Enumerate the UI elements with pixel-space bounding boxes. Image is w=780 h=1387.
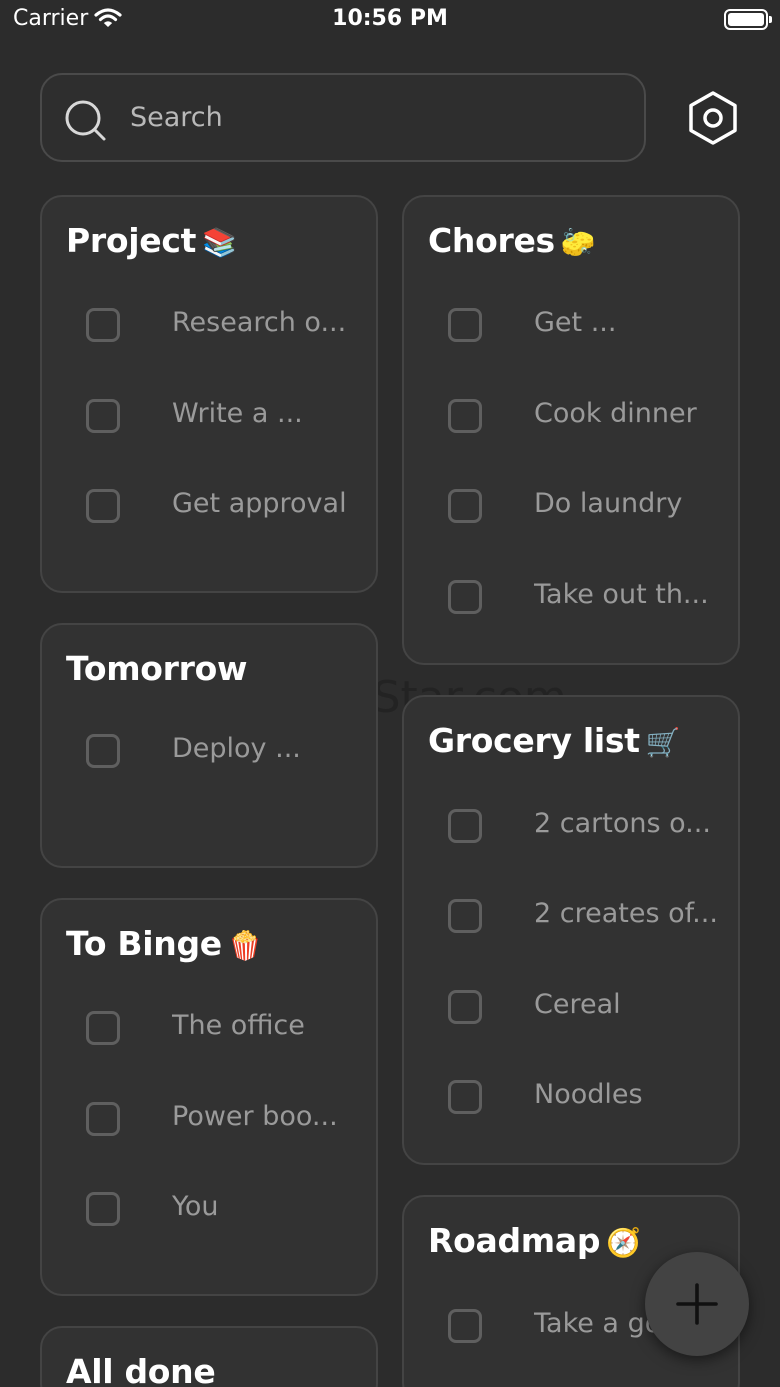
task-label: Cereal <box>534 989 621 1020</box>
task-label: Get ... <box>534 307 617 338</box>
card-title: Roadmap 🧭 <box>428 1221 641 1260</box>
list-item[interactable]: Cereal <box>404 977 738 1037</box>
settings-icon <box>689 91 737 145</box>
checkbox[interactable] <box>448 399 482 433</box>
task-label: Research o... <box>172 307 347 338</box>
list-item[interactable]: Power boo... <box>42 1089 376 1149</box>
list-item[interactable]: Noodles <box>404 1067 738 1127</box>
search-bar[interactable] <box>40 73 646 162</box>
list-item[interactable]: Take out th... <box>404 567 738 627</box>
checkbox[interactable] <box>448 1080 482 1114</box>
plus-icon <box>676 1283 718 1325</box>
checkbox[interactable] <box>448 308 482 342</box>
card-title: All done <box>66 1352 216 1387</box>
list-card-chores[interactable]: Chores 🧽 Get ... Cook dinner Do laundry T… <box>402 195 740 665</box>
checkbox[interactable] <box>448 489 482 523</box>
card-title: Project 📚 <box>66 221 237 260</box>
task-label: You <box>172 1191 219 1222</box>
checkbox[interactable] <box>448 899 482 933</box>
checkbox[interactable] <box>448 809 482 843</box>
card-title: To Binge 🍿 <box>66 924 263 963</box>
list-item[interactable]: 2 cartons o... <box>404 796 738 856</box>
list-card-project[interactable]: Project 📚 Research o... Write a ... Get a… <box>40 195 378 593</box>
clock: 10:56 PM <box>332 6 448 31</box>
list-card-grocery-list[interactable]: Grocery list 🛒 2 cartons o... 2 creates o… <box>402 695 740 1165</box>
task-label: Take out th... <box>534 579 709 610</box>
popcorn-emoji-icon: 🍿 <box>227 929 263 962</box>
checkbox[interactable] <box>86 489 120 523</box>
sponge-emoji-icon: 🧽 <box>560 226 596 259</box>
card-title: Chores 🧽 <box>428 221 596 260</box>
task-label: Get approval <box>172 488 347 519</box>
status-bar: Carrier 10:56 PM <box>0 0 780 44</box>
settings-button[interactable] <box>686 90 740 146</box>
task-label: Write a ... <box>172 398 303 429</box>
task-label: Cook dinner <box>534 398 697 429</box>
list-item[interactable]: You <box>42 1179 376 1239</box>
checkbox[interactable] <box>86 308 120 342</box>
task-label: Deploy ... <box>172 733 301 764</box>
checkbox[interactable] <box>86 399 120 433</box>
list-item[interactable]: Cook dinner <box>404 386 738 446</box>
list-item[interactable]: Deploy ... <box>42 721 376 781</box>
list-item[interactable]: 2 creates of... <box>404 886 738 946</box>
list-item[interactable]: Get ... <box>404 295 738 355</box>
books-emoji-icon: 📚 <box>202 226 237 259</box>
task-label: 2 creates of... <box>534 898 718 929</box>
checkbox[interactable] <box>86 1192 120 1226</box>
checkbox[interactable] <box>448 580 482 614</box>
checkbox[interactable] <box>86 1102 120 1136</box>
checkbox[interactable] <box>86 734 120 768</box>
cart-emoji-icon: 🛒 <box>645 726 681 759</box>
task-label: The office <box>172 1010 305 1041</box>
checkbox[interactable] <box>448 990 482 1024</box>
list-item[interactable]: Research o... <box>42 295 376 355</box>
list-card-tomorrow[interactable]: Tomorrow Deploy ... <box>40 623 378 868</box>
card-title: Grocery list 🛒 <box>428 721 681 760</box>
battery-icon <box>724 9 772 30</box>
list-item[interactable]: The office <box>42 998 376 1058</box>
list-item[interactable]: Write a ... <box>42 386 376 446</box>
list-card-to-binge[interactable]: To Binge 🍿 The office Power boo... You <box>40 898 378 1296</box>
checkbox[interactable] <box>86 1011 120 1045</box>
list-item[interactable]: Do laundry <box>404 476 738 536</box>
task-label: Noodles <box>534 1079 643 1110</box>
task-label: Do laundry <box>534 488 683 519</box>
task-label: 2 cartons o... <box>534 808 711 839</box>
list-card-all-done[interactable]: All done <box>40 1326 378 1387</box>
task-label: Power boo... <box>172 1101 338 1132</box>
list-item[interactable]: Get approval <box>42 476 376 536</box>
search-icon <box>64 99 108 147</box>
compass-emoji-icon: 🧭 <box>606 1226 641 1259</box>
checkbox[interactable] <box>448 1309 482 1343</box>
card-title: Tomorrow <box>66 649 248 688</box>
search-input[interactable] <box>130 75 630 160</box>
add-list-button[interactable] <box>645 1252 749 1356</box>
